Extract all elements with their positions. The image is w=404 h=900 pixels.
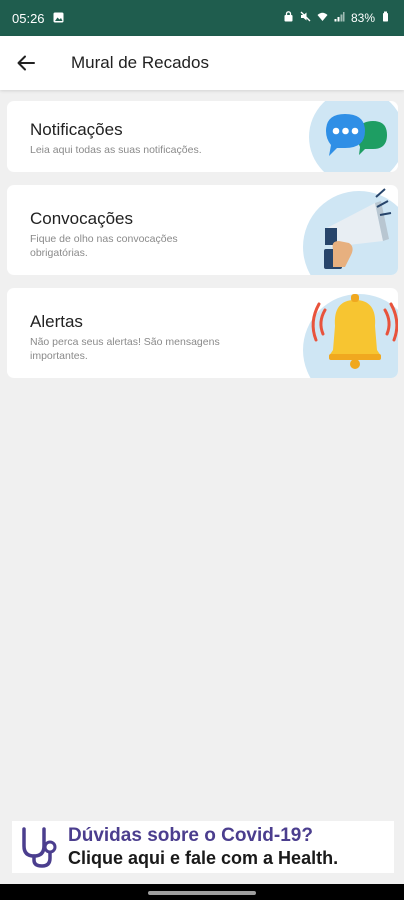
app-bar: Mural de Recados bbox=[0, 36, 404, 90]
megaphone-icon bbox=[303, 188, 398, 275]
wifi-icon bbox=[317, 11, 328, 25]
arrow-left-icon bbox=[17, 55, 35, 71]
card-alertas[interactable]: Alertas Não perca seus alertas! São mens… bbox=[7, 288, 398, 378]
banner-headline: Dúvidas sobre o Covid-19? bbox=[68, 825, 313, 846]
card-description: Fique de olho nas convocações obrigatóri… bbox=[30, 233, 178, 259]
status-bar: 05:26 83% bbox=[0, 0, 404, 36]
bell-icon bbox=[303, 294, 398, 378]
system-nav-bar bbox=[0, 884, 404, 900]
lock-icon bbox=[283, 11, 294, 25]
card-description: Leia aqui todas as suas notificações. bbox=[30, 144, 202, 156]
card-convocacoes[interactable]: Convocações Fique de olho nas convocaçõe… bbox=[7, 185, 398, 275]
signal-icon bbox=[334, 11, 345, 25]
home-gesture-handle[interactable] bbox=[148, 891, 256, 895]
image-icon bbox=[53, 11, 64, 26]
covid-banner[interactable]: Dúvidas sobre o Covid-19? Clique aqui e … bbox=[12, 821, 394, 873]
chat-bubbles-icon bbox=[309, 101, 398, 172]
stethoscope-icon bbox=[22, 827, 57, 868]
back-button[interactable] bbox=[0, 36, 52, 90]
battery-level: 83% bbox=[350, 11, 375, 25]
card-title: Convocações bbox=[30, 209, 134, 228]
status-time: 05:26 bbox=[12, 10, 45, 26]
card-description: Não perca seus alertas! São mensagens im… bbox=[30, 336, 220, 362]
page-title: Mural de Recados bbox=[71, 53, 209, 72]
card-notificacoes[interactable]: Notificações Leia aqui todas as suas not… bbox=[7, 101, 398, 172]
card-title: Notificações bbox=[30, 120, 123, 139]
mute-icon bbox=[300, 11, 311, 25]
battery-icon bbox=[381, 11, 392, 25]
banner-cta: Clique aqui e fale com a Health. bbox=[68, 848, 339, 868]
card-title: Alertas bbox=[30, 312, 83, 331]
